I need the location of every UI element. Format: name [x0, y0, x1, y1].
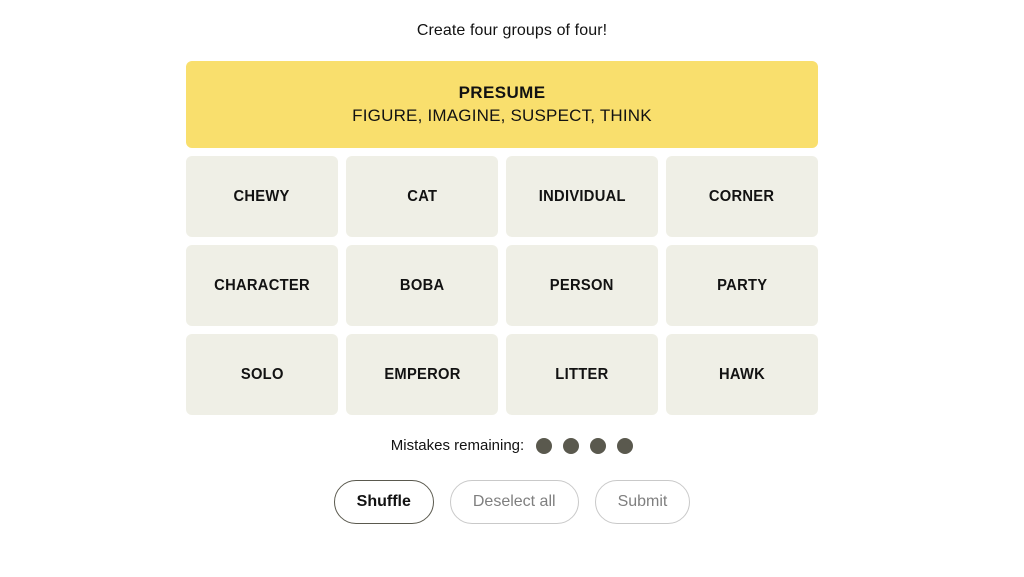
tile[interactable]: CHEWY	[186, 156, 338, 237]
mistake-dot	[536, 438, 553, 454]
mistake-dot	[590, 438, 607, 454]
tile[interactable]: SOLO	[186, 334, 338, 415]
mistakes-dots	[536, 438, 634, 454]
tile-label: EMPEROR	[383, 365, 461, 383]
tile-label: PERSON	[550, 276, 614, 294]
tile-label: CORNER	[709, 187, 775, 205]
tile-label: CHEWY	[233, 187, 291, 205]
tile-label: BOBA	[399, 276, 445, 294]
page-tagline: Create four groups of four!	[416, 22, 608, 39]
tile-label: CAT	[406, 187, 437, 205]
shuffle-button[interactable]: Shuffle	[333, 480, 434, 524]
tile-label: SOLO	[240, 365, 284, 383]
tile-label: INDIVIDUAL	[538, 187, 626, 205]
tile-label: HAWK	[718, 365, 766, 383]
tile-grid: CHEWY CAT INDIVIDUAL CORNER CHARACTER BO…	[186, 156, 818, 415]
mistakes-label: Mistakes remaining:	[390, 437, 525, 454]
tile[interactable]: HAWK	[666, 334, 818, 415]
tile[interactable]: CORNER	[666, 156, 818, 237]
submit-button[interactable]: Submit	[594, 480, 691, 524]
solved-group-category: PRESUME	[458, 82, 546, 102]
deselect-all-button[interactable]: Deselect all	[449, 480, 579, 524]
tile[interactable]: CAT	[346, 156, 498, 237]
tile[interactable]: INDIVIDUAL	[506, 156, 658, 237]
mistake-dot	[563, 438, 580, 454]
game-board: PRESUME FIGURE, IMAGINE, SUSPECT, THINK …	[186, 61, 818, 415]
tile[interactable]: EMPEROR	[346, 334, 498, 415]
tile-label: CHARACTER	[214, 276, 310, 294]
mistakes-remaining: Mistakes remaining:	[0, 436, 1024, 456]
connections-game: Create four groups of four! PRESUME FIGU…	[0, 0, 1024, 577]
mistake-dot	[617, 438, 634, 454]
solved-group-row: PRESUME FIGURE, IMAGINE, SUSPECT, THINK	[186, 61, 818, 148]
tile[interactable]: PARTY	[666, 245, 818, 326]
tile-label: PARTY	[716, 276, 768, 294]
tile[interactable]: BOBA	[346, 245, 498, 326]
action-bar: Shuffle Deselect all Submit	[0, 480, 1024, 524]
tile[interactable]: PERSON	[506, 245, 658, 326]
solved-group-words: FIGURE, IMAGINE, SUSPECT, THINK	[352, 105, 652, 125]
tile-label: LITTER	[555, 365, 609, 383]
tile[interactable]: LITTER	[506, 334, 658, 415]
tile[interactable]: CHARACTER	[186, 245, 338, 326]
